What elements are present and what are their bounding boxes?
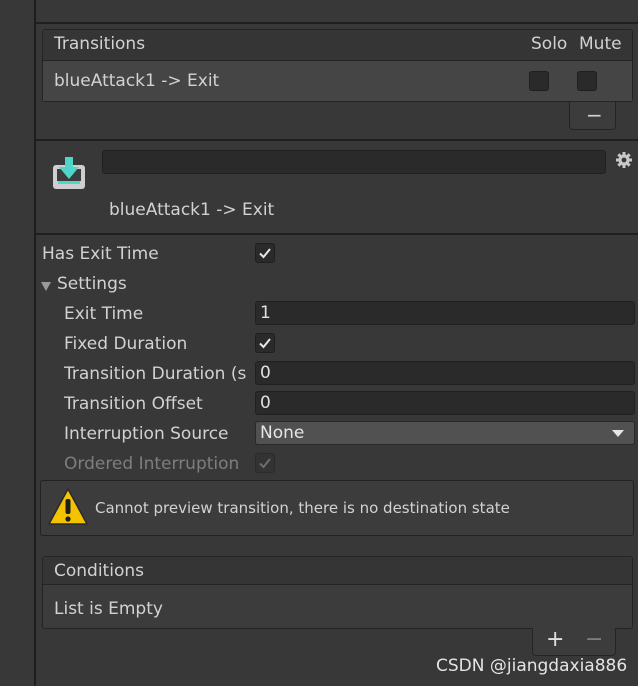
has-exit-time-checkbox[interactable] [255,243,275,263]
ordered-interruption-label: Ordered Interruption [64,454,240,474]
add-condition-button[interactable]: + [546,629,564,651]
checkmark-icon [259,458,271,469]
interruption-source-dropdown[interactable]: None [255,421,635,445]
warning-icon [47,486,89,528]
transition-offset-label: Transition Offset [64,394,203,414]
header-separator [36,233,638,235]
transitions-list: Transitions Solo Mute blueAttack1 -> Exi… [42,29,633,102]
transition-icon [52,155,86,191]
gear-icon[interactable] [615,151,633,169]
transition-offset-field[interactable]: 0 [255,391,635,415]
exit-time-label: Exit Time [64,304,144,324]
mute-column-label: Mute [579,34,622,54]
transitions-list-header: Transitions Solo Mute [43,30,632,61]
ordered-interruption-checkbox [255,453,275,473]
fixed-duration-label: Fixed Duration [64,334,188,354]
top-separator [36,22,638,24]
conditions-footer: + − [532,628,616,656]
conditions-header-label: Conditions [54,561,144,581]
exit-time-field[interactable]: 1 [255,301,635,325]
section-separator [36,139,638,141]
interruption-source-value: None [260,423,305,443]
solo-checkbox[interactable] [529,71,549,91]
transition-duration-field[interactable]: 0 [255,361,635,385]
warning-text: Cannot preview transition, there is no d… [95,499,510,517]
transition-title: blueAttack1 -> Exit [109,200,275,220]
warning-box: Cannot preview transition, there is no d… [40,480,634,536]
chevron-down-icon [612,430,624,437]
left-panel [0,0,34,686]
interruption-source-label: Interruption Source [64,424,229,444]
remove-transition-button[interactable]: − [586,105,603,125]
checkmark-icon [259,248,271,259]
checkmark-icon [259,338,271,349]
watermark: CSDN @jiangdaxia886 [436,656,628,676]
transition-name-field[interactable] [102,150,606,174]
solo-column-label: Solo [531,34,568,54]
transitions-footer: − [569,102,616,130]
fixed-duration-checkbox[interactable] [255,333,275,353]
mute-checkbox[interactable] [577,71,597,91]
transition-duration-label-clip: Transition Duration (s [64,364,252,384]
conditions-empty-text: List is Empty [54,599,163,619]
conditions-header: Conditions [43,557,632,585]
foldout-arrow-icon[interactable] [40,278,52,291]
transition-duration-label: Transition Duration (s [64,364,247,384]
transition-row[interactable]: blueAttack1 -> Exit [43,61,632,101]
transitions-header-label: Transitions [54,34,146,54]
panel-divider[interactable] [34,0,36,686]
has-exit-time-label: Has Exit Time [42,244,159,264]
transition-row-label: blueAttack1 -> Exit [54,71,220,91]
settings-foldout-label[interactable]: Settings [57,274,127,294]
remove-condition-button[interactable]: − [585,629,603,651]
conditions-list: Conditions List is Empty [42,556,633,629]
